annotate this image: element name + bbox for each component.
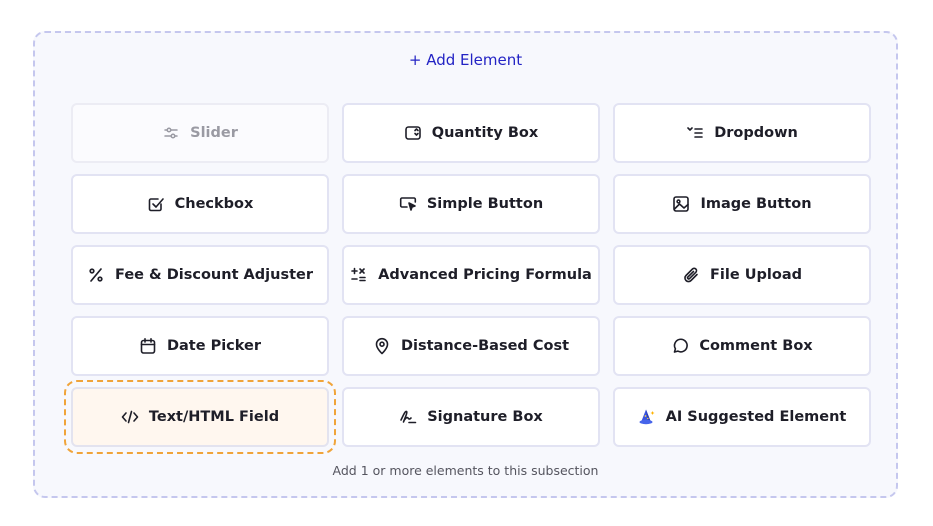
element-tile-advanced-pricing[interactable]: Advanced Pricing Formula [342, 245, 600, 305]
element-label: Image Button [700, 196, 812, 212]
element-label: AI Suggested Element [665, 409, 847, 425]
paperclip-icon [682, 266, 700, 284]
element-label: Date Picker [166, 338, 262, 354]
element-label: Comment Box [699, 338, 813, 354]
element-label: File Upload [710, 267, 802, 283]
element-label: Distance-Based Cost [400, 338, 570, 354]
element-label: Advanced Pricing Formula [378, 267, 592, 283]
subsection-hint: Add 1 or more elements to this subsectio… [332, 463, 599, 478]
element-tile-distance-cost[interactable]: Distance-Based Cost [342, 316, 600, 376]
checkbox-icon [147, 195, 165, 213]
element-tile-dropdown[interactable]: Dropdown [613, 103, 871, 163]
wizard-icon [638, 408, 656, 426]
element-tile-date-picker[interactable]: Date Picker [71, 316, 329, 376]
element-label: Text/HTML Field [148, 409, 280, 425]
add-element-panel: + Add Element Slider Quantity Box Dropdo… [33, 31, 898, 498]
element-tile-text-html[interactable]: Text/HTML Field [64, 380, 336, 454]
signature-icon [399, 408, 417, 426]
element-label: Checkbox [174, 196, 254, 212]
add-element-button[interactable]: + Add Element [35, 51, 896, 69]
element-tile-comment-box[interactable]: Comment Box [613, 316, 871, 376]
element-label: Fee & Discount Adjuster [115, 267, 313, 283]
cursor-button-icon [399, 195, 417, 213]
element-label: Quantity Box [431, 125, 539, 141]
element-label: Simple Button [426, 196, 544, 212]
element-label: Signature Box [427, 409, 543, 425]
code-icon [121, 408, 139, 426]
dropdown-list-icon [686, 124, 704, 142]
element-label: Slider [190, 125, 238, 141]
element-tile-ai-suggested[interactable]: AI Suggested Element [613, 387, 871, 447]
element-tile-quantity-box[interactable]: Quantity Box [342, 103, 600, 163]
calendar-icon [139, 337, 157, 355]
sliders-icon [162, 124, 180, 142]
element-tile-fee-discount[interactable]: Fee & Discount Adjuster [71, 245, 329, 305]
element-tile-file-upload[interactable]: File Upload [613, 245, 871, 305]
element-tile-image-button[interactable]: Image Button [613, 174, 871, 234]
percent-icon [87, 266, 105, 284]
element-grid: Slider Quantity Box Dropdown Checkbox Si… [64, 103, 871, 454]
quantity-box-icon [404, 124, 422, 142]
element-label: Dropdown [714, 125, 798, 141]
image-icon [672, 195, 690, 213]
formula-icon [350, 266, 368, 284]
comment-icon [671, 337, 689, 355]
element-tile-simple-button[interactable]: Simple Button [342, 174, 600, 234]
element-tile-signature-box[interactable]: Signature Box [342, 387, 600, 447]
map-pin-icon [373, 337, 391, 355]
element-tile-checkbox[interactable]: Checkbox [71, 174, 329, 234]
element-tile-slider[interactable]: Slider [71, 103, 329, 163]
